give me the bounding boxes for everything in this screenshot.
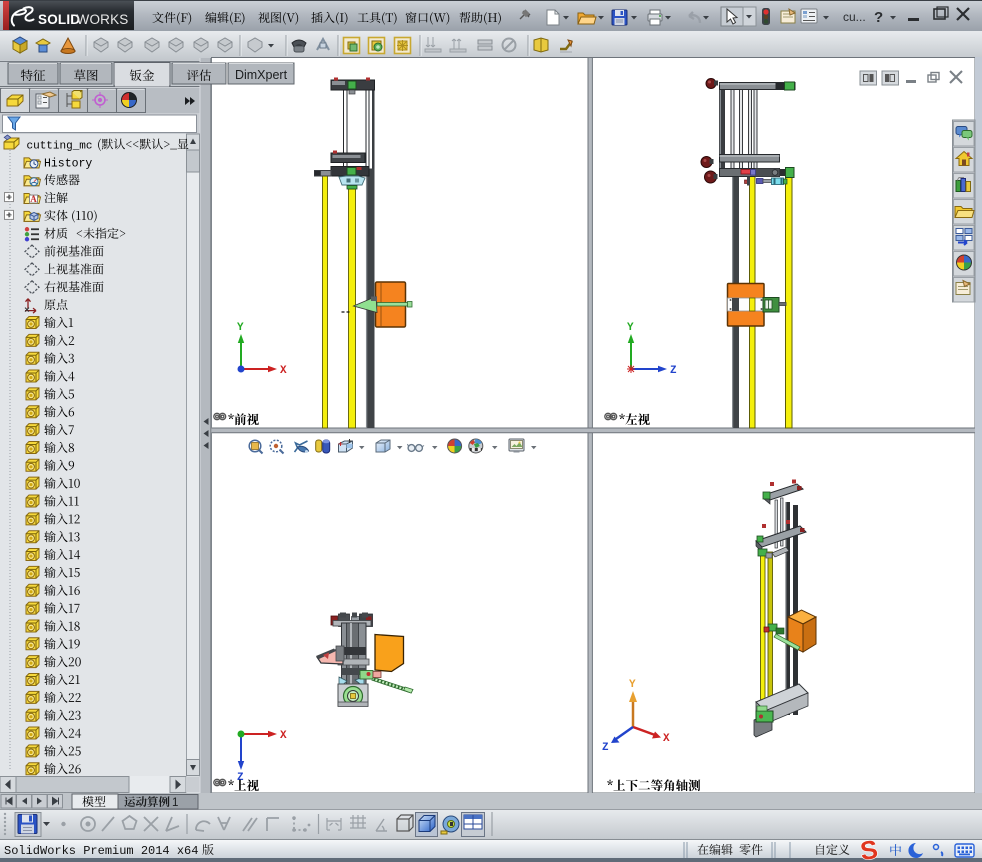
svg-text:X: X [280, 365, 287, 377]
svg-text:SOLID: SOLID [38, 12, 80, 27]
svg-text:?: ? [874, 9, 883, 26]
svg-text:X: X [280, 730, 287, 742]
svg-text:Y: Y [627, 322, 634, 334]
svg-text:DimXpert: DimXpert [235, 68, 288, 82]
svg-text:1: 1 [172, 797, 178, 809]
svg-text:Z: Z [602, 742, 609, 754]
svg-text:WORKS: WORKS [77, 12, 129, 27]
svg-text:cu...: cu... [843, 10, 866, 24]
svg-text:A: A [30, 194, 37, 204]
svg-text:Y: Y [629, 679, 636, 691]
svg-text:X: X [663, 733, 670, 745]
svg-text:SolidWorks Premium 2014 x64: SolidWorks Premium 2014 x64 [4, 844, 198, 858]
svg-text:cutting_mc: cutting_mc [27, 141, 93, 153]
svg-text:Y: Y [237, 322, 244, 334]
svg-text:History: History [44, 157, 92, 170]
svg-text:Z: Z [670, 365, 677, 377]
